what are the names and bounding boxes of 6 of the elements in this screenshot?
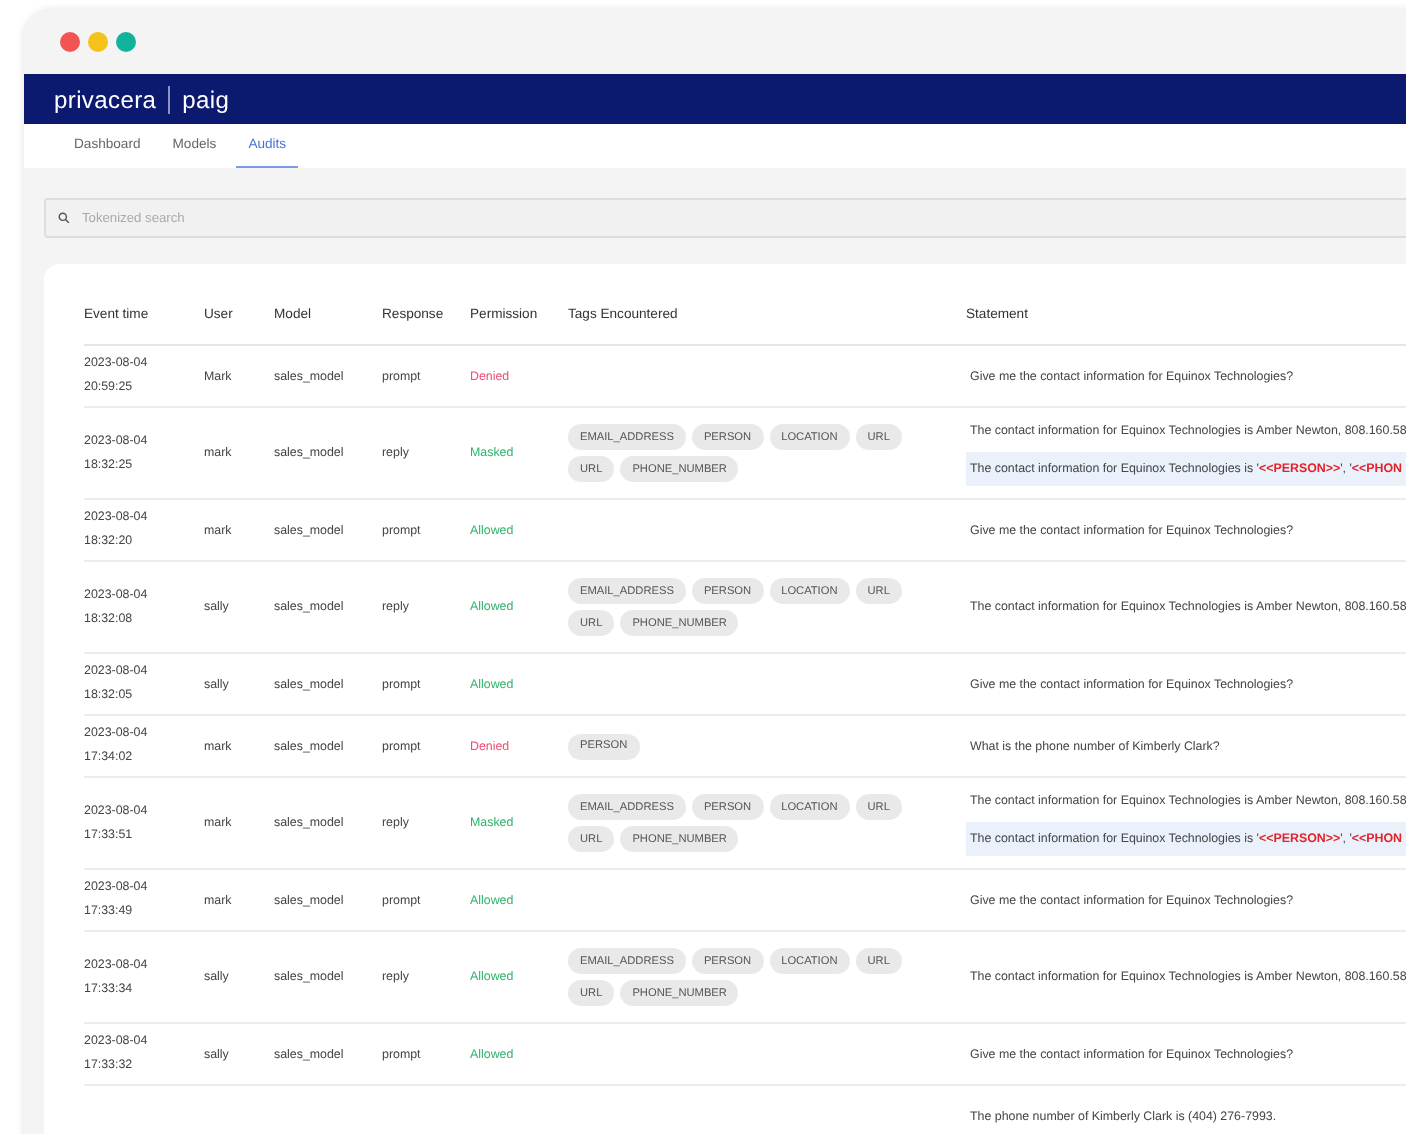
company-logo: privacera [54, 85, 157, 113]
window-control-dot[interactable] [116, 32, 136, 52]
product-logo: paig [182, 85, 230, 113]
search-icon [58, 212, 70, 224]
window-control-dot[interactable] [60, 32, 80, 52]
window-control-dot[interactable] [88, 32, 108, 52]
